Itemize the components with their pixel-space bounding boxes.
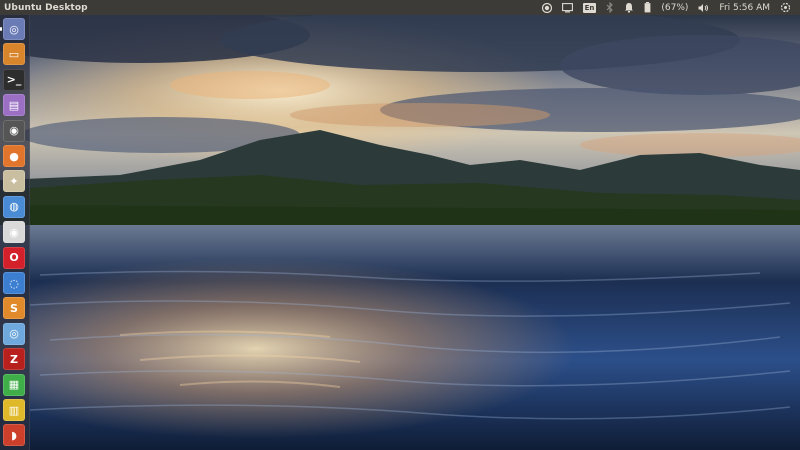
- launcher-item-files[interactable]: ▭: [3, 43, 25, 66]
- compass-icon: ✦: [9, 174, 19, 188]
- keyboard-layout-indicator[interactable]: En: [578, 0, 602, 15]
- launcher-item-spreadsheet[interactable]: ▦: [3, 373, 25, 396]
- unity-launcher: ◎ ▭ >_ ▤ ◉ ● ✦ ◍ ◉ O ◌ S ◎ Z ▦ ▥ ◗: [0, 15, 30, 450]
- launcher-item-opera[interactable]: O: [3, 246, 25, 269]
- sublime-text-icon: S: [10, 301, 18, 315]
- desktop-wallpaper: [0, 15, 800, 450]
- session-gear-icon[interactable]: [775, 0, 796, 15]
- files-icon: ▭: [8, 47, 20, 61]
- launcher-item-ubuntu-dash[interactable]: ◎: [3, 18, 25, 40]
- window-title: Ubuntu Desktop: [4, 2, 88, 13]
- disk-icon: ◉: [9, 124, 19, 138]
- bluetooth-icon[interactable]: [601, 0, 619, 15]
- software-center-icon: ◗: [11, 428, 17, 442]
- clock[interactable]: Fri 5:56 AM: [714, 0, 775, 15]
- ubuntu-dash-icon: ◎: [9, 22, 19, 36]
- browser-icon: ◌: [9, 276, 19, 290]
- launcher-item-software-center[interactable]: ◗: [3, 424, 25, 447]
- launcher-item-globe[interactable]: ◍: [3, 195, 25, 218]
- presentation-icon: ▥: [8, 403, 20, 417]
- text-editor-icon: ▤: [8, 98, 20, 112]
- launcher-item-sublime-text[interactable]: S: [3, 297, 25, 320]
- launcher-item-compass[interactable]: ✦: [3, 170, 25, 193]
- firefox-icon: ●: [9, 149, 19, 163]
- launcher-item-text-editor[interactable]: ▤: [3, 94, 25, 117]
- display-icon[interactable]: [557, 0, 578, 15]
- launcher-item-chrome[interactable]: ◉: [3, 221, 25, 244]
- launcher-item-presentation[interactable]: ▥: [3, 399, 25, 421]
- launcher-item-firefox[interactable]: ●: [3, 145, 25, 167]
- spreadsheet-icon: ▦: [8, 378, 20, 392]
- top-panel: Ubuntu Desktop En (67%) Fri 5:56 AM: [0, 0, 800, 15]
- terminal-icon: >_: [6, 73, 22, 87]
- opera-icon: O: [9, 251, 19, 265]
- media-record-icon[interactable]: [537, 0, 557, 15]
- battery-percentage[interactable]: (67%): [656, 0, 693, 15]
- chrome-icon: ◉: [9, 225, 19, 239]
- launcher-item-terminal[interactable]: >_: [3, 68, 25, 91]
- globe-icon: ◍: [9, 200, 19, 214]
- running-indicator: [0, 27, 2, 31]
- launcher-item-disk[interactable]: ◉: [3, 119, 25, 142]
- filezilla-icon: Z: [10, 352, 18, 366]
- launcher-item-chromium[interactable]: ◎: [3, 322, 25, 345]
- volume-icon[interactable]: [693, 0, 714, 15]
- notification-bell-icon[interactable]: [619, 0, 639, 15]
- launcher-item-filezilla[interactable]: Z: [3, 348, 25, 371]
- launcher-item-browser[interactable]: ◌: [3, 272, 25, 294]
- battery-icon[interactable]: [639, 0, 656, 15]
- chromium-icon: ◎: [9, 327, 19, 341]
- indicator-tray: En (67%) Fri 5:56 AM: [537, 0, 800, 15]
